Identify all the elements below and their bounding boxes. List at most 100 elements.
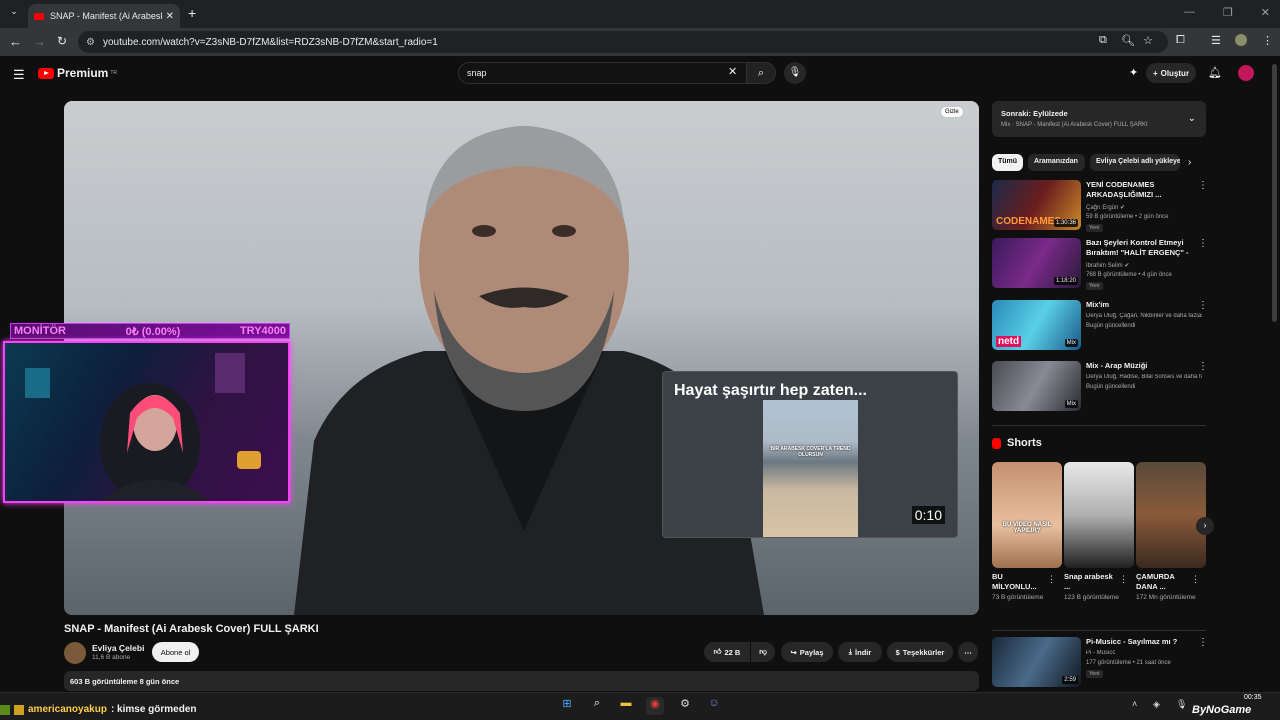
mix-title: Mix - Arap Müziği: [1086, 361, 1148, 370]
search-button[interactable]: ⌕: [746, 62, 776, 84]
logo-text: Premium: [57, 66, 109, 80]
recommended-video[interactable]: 2:59 Pi-Musicc - Sayılmaz mı ? Pi - Musi…: [992, 637, 1208, 689]
preview-caption: BİR ARABESK COVER'LA TREND OLURSUN: [770, 446, 851, 458]
voice-search-button[interactable]: 🎙︎: [784, 62, 806, 84]
create-button[interactable]: + Oluştur: [1146, 63, 1196, 83]
recommended-mix[interactable]: netd Mix Mix'im Derya Uluğ, Çağan, Nikbi…: [992, 300, 1208, 352]
stream-chat-line: americanoyakup : kimse görmeden: [0, 704, 197, 715]
chat-badge-icon: [14, 704, 24, 715]
preview-duration: 0:10: [911, 506, 945, 524]
install-app-icon[interactable]: ⧉: [1099, 34, 1107, 47]
youtube-favicon-icon: [34, 12, 44, 20]
url-text: youtube.com/watch?v=Z3sNB-D7fZM&list=RDZ…: [102, 36, 438, 48]
download-button[interactable]: ⤓ İndir: [838, 642, 882, 662]
dislike-button[interactable]: 👎︎: [751, 642, 775, 662]
goal-amount: 0₺ (0.00%): [125, 325, 181, 338]
thanks-button[interactable]: $ Teşekkürler: [887, 642, 953, 662]
thumbnail-text: CODENAMES: [996, 216, 1062, 227]
bookmark-star-icon[interactable]: ☆: [1143, 34, 1153, 47]
share-label: Paylaş: [799, 647, 824, 657]
chevron-right-icon[interactable]: ›: [1196, 517, 1214, 535]
chrome-icon[interactable]: ◉: [646, 697, 664, 715]
chip-from-search[interactable]: Aramanızdan: [1028, 154, 1085, 171]
close-tab-icon[interactable]: ✕: [166, 11, 174, 22]
like-button[interactable]: 👍︎ 22 B: [704, 642, 750, 662]
system-clock[interactable]: 00:35: [1244, 694, 1262, 701]
app-icon[interactable]: ⚙: [676, 697, 694, 715]
notifications-bell-icon[interactable]: 🔔︎: [1208, 66, 1222, 79]
short-item[interactable]: ÇAMURDA DANA ... 172 Mn görüntüleme ⋮: [1136, 462, 1206, 601]
more-options-icon[interactable]: ⋮: [1198, 180, 1208, 191]
like-count: 22 B: [724, 647, 741, 657]
discord-icon[interactable]: ☺: [705, 697, 723, 715]
subscribe-button[interactable]: Abone ol: [152, 642, 199, 662]
more-options-icon[interactable]: ⋮: [1198, 361, 1208, 372]
thumbs-up-icon: 👍︎: [713, 647, 722, 656]
search-input[interactable]: snap: [458, 62, 748, 84]
site-info-icon[interactable]: ⚙: [86, 37, 95, 48]
browser-menu-icon[interactable]: ⋮: [1262, 34, 1273, 47]
more-options-icon[interactable]: ⋮: [1198, 300, 1208, 311]
channel-avatar[interactable]: [64, 642, 86, 664]
clear-search-icon[interactable]: ✕: [728, 65, 737, 78]
chip-all[interactable]: Tümü: [992, 154, 1023, 171]
new-badge: Yeni: [1086, 282, 1103, 290]
back-icon[interactable]: ←: [9, 34, 22, 49]
browser-tab[interactable]: SNAP - Manifest (Ai Arabesk Co ✕: [28, 4, 180, 28]
new-tab-button[interactable]: +: [188, 5, 196, 21]
account-avatar[interactable]: [1238, 65, 1254, 81]
more-options-icon[interactable]: ⋮: [1191, 574, 1200, 585]
extensions-icon[interactable]: ⧠: [1176, 34, 1185, 47]
short-preview-popup[interactable]: Hayat şaşırtır hep zaten... BİR ARABESK …: [662, 371, 958, 538]
minimize-icon[interactable]: —: [1184, 6, 1195, 19]
more-options-icon[interactable]: ⋮: [1198, 637, 1208, 648]
tab-search-icon[interactable]: ⌄: [6, 6, 22, 20]
recommended-video[interactable]: 1:18:20 Bazı Şeyleri Kontrol Etmeyi Bıra…: [992, 238, 1208, 290]
chip-channel[interactable]: Evliya Çelebi adlı yükleyen: [1090, 154, 1180, 171]
more-options-icon[interactable]: ⋮: [1047, 574, 1056, 585]
forward-icon[interactable]: →: [33, 34, 46, 49]
video-meta: 768 B görüntüleme • 4 gün önce: [1086, 272, 1172, 278]
tray-chevron-icon[interactable]: ˄: [1132, 699, 1137, 709]
zoom-icon[interactable]: 🔍︎: [1121, 34, 1135, 47]
windows-start-icon[interactable]: ⊞: [558, 697, 576, 715]
short-views: 123 B görüntüleme: [1064, 594, 1119, 601]
tab-title: SNAP - Manifest (Ai Arabesk Co: [50, 11, 162, 21]
profile-icon[interactable]: [1235, 34, 1247, 46]
page-scrollbar[interactable]: [1272, 64, 1277, 322]
recommended-mix[interactable]: Mix Mix - Arap Müziği Derya Uluğ, Hadise…: [992, 361, 1208, 413]
description-box[interactable]: 603 B görüntüleme 8 gün önce: [64, 671, 979, 691]
thumbs-down-icon: 👎︎: [759, 647, 767, 656]
channel-name[interactable]: Evliya Çelebi: [92, 643, 144, 653]
playlist-up-next[interactable]: Sonraki: Eylülzede Mix · SNAP - Manifest…: [992, 101, 1206, 137]
download-icon: ⤓: [848, 647, 853, 656]
hide-button[interactable]: Gizle: [941, 107, 963, 117]
share-button[interactable]: ↪ Paylaş: [781, 642, 833, 662]
more-options-icon[interactable]: ⋮: [1198, 238, 1208, 249]
short-item[interactable]: Snap arabesk ... 123 B görüntüleme ⋮: [1064, 462, 1134, 601]
more-icon: ⋯: [964, 647, 972, 657]
thanks-icon: $: [895, 647, 900, 657]
short-item[interactable]: BU VİDEO NASIL YAPILIR? BU MİLYONLU... 7…: [992, 462, 1062, 601]
menu-icon[interactable]: ☰: [13, 67, 25, 83]
more-options-icon[interactable]: ⋮: [1119, 574, 1128, 585]
video-meta: 177 görüntüleme • 21 saat önce: [1086, 660, 1171, 666]
reload-icon[interactable]: ↻: [57, 34, 67, 48]
recommended-video[interactable]: CODENAMES 1:30:36 YENİ CODENAMES ARKADAŞ…: [992, 180, 1208, 232]
address-bar[interactable]: ⚙ youtube.com/watch?v=Z3sNB-D7fZM&list=R…: [78, 31, 1168, 53]
media-control-icon[interactable]: ☰: [1211, 34, 1221, 47]
tray-app-icon[interactable]: ◈: [1153, 699, 1160, 710]
close-window-icon[interactable]: ✕: [1261, 6, 1270, 19]
up-next-subtitle: Mix · SNAP - Manifest (Ai Arabesk Cover)…: [1001, 122, 1148, 128]
mix-label: Mix: [1064, 400, 1078, 408]
tray-mic-icon[interactable]: 🎙︎: [1176, 699, 1187, 710]
file-explorer-icon[interactable]: ▬: [617, 697, 635, 715]
chevron-right-icon[interactable]: ›: [1188, 157, 1191, 168]
chat-badge-icon: [0, 704, 10, 715]
chevron-down-icon[interactable]: ⌄: [1188, 113, 1196, 124]
maximize-icon[interactable]: ❐: [1223, 6, 1233, 19]
more-actions-button[interactable]: ⋯: [958, 642, 978, 662]
youtube-logo[interactable]: Premium TR: [38, 66, 117, 80]
search-icon[interactable]: ⌕: [588, 697, 606, 715]
cast-icon[interactable]: ✦: [1129, 66, 1138, 79]
